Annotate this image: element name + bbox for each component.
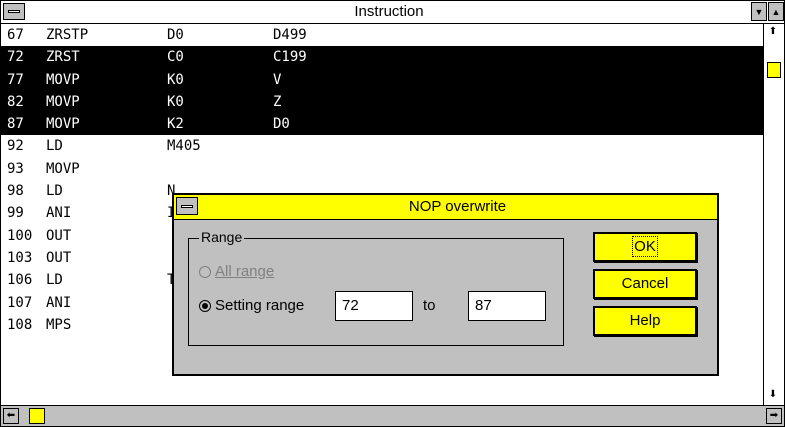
- range-group-label: Range: [199, 229, 245, 245]
- system-menu-icon[interactable]: [3, 3, 25, 20]
- step-number: 107: [7, 294, 33, 311]
- horizontal-scroll-thumb[interactable]: [29, 408, 45, 424]
- scroll-right-icon[interactable]: ➡: [766, 408, 782, 424]
- all-range-label: All range: [215, 263, 275, 280]
- range-from-input[interactable]: 72: [335, 291, 413, 321]
- setting-range-radio[interactable]: Setting range: [199, 295, 304, 317]
- operand-2: D499: [273, 27, 307, 43]
- instruction-mnemonic: ZRST: [46, 49, 80, 66]
- step-number: 92: [7, 138, 24, 155]
- operand-1: C0: [167, 49, 184, 66]
- step-number: 77: [7, 71, 24, 88]
- to-label: to: [423, 297, 436, 314]
- window-titlebar: Instruction ▼ ▲: [1, 1, 784, 24]
- step-number: 67: [7, 27, 24, 43]
- dialog-title: NOP overwrite: [408, 198, 507, 215]
- instruction-mnemonic: LD: [46, 138, 63, 155]
- help-button-label: Help: [629, 312, 661, 329]
- instruction-mnemonic: OUT: [46, 227, 72, 244]
- list-row[interactable]: 67 ZRSTP D0 D499: [1, 24, 764, 46]
- maximize-arrow-icon[interactable]: ▲: [768, 2, 784, 21]
- operand-2: C199: [273, 49, 307, 66]
- step-number: 100: [7, 227, 33, 244]
- vertical-scroll-thumb[interactable]: [767, 62, 781, 78]
- help-button[interactable]: Help: [593, 306, 697, 336]
- scroll-up-icon[interactable]: ⬆: [765, 25, 781, 41]
- instruction-mnemonic: OUT: [46, 249, 72, 266]
- step-number: 98: [7, 183, 24, 200]
- list-row[interactable]: 72 ZRST C0 C199: [1, 46, 764, 69]
- instruction-mnemonic: MOVP: [46, 71, 80, 88]
- instruction-mnemonic: ZRSTP: [46, 27, 89, 43]
- radio-on-icon: [199, 300, 211, 313]
- nop-overwrite-dialog: NOP overwrite Range All range Setting ra…: [172, 193, 719, 376]
- scroll-left-icon[interactable]: ⬅: [3, 408, 19, 424]
- cancel-button-label: Cancel: [621, 275, 669, 292]
- ok-button-label: OK: [632, 236, 658, 257]
- instruction-mnemonic: MOVP: [46, 93, 80, 110]
- minimize-arrow-icon[interactable]: ▼: [751, 2, 767, 21]
- step-number: 106: [7, 272, 33, 289]
- operand-2: Z: [273, 93, 282, 110]
- instruction-mnemonic: LD: [46, 272, 63, 289]
- instruction-mnemonic: LD: [46, 183, 63, 200]
- step-number: 103: [7, 249, 33, 266]
- range-group: Range All range Setting range 72 to 87: [188, 229, 564, 346]
- dialog-body: Range All range Setting range 72 to 87 O…: [174, 220, 717, 374]
- instruction-mnemonic: MOVP: [46, 160, 80, 177]
- horizontal-scrollbar[interactable]: ⬅ ➡: [1, 405, 784, 426]
- instruction-mnemonic: MPS: [46, 316, 72, 333]
- all-range-radio[interactable]: All range: [199, 261, 274, 283]
- step-number: 93: [7, 160, 24, 177]
- dialog-system-menu-icon[interactable]: [176, 197, 198, 215]
- list-row[interactable]: 87 MOVP K2 D0: [1, 113, 764, 136]
- operand-1: M405: [167, 138, 201, 155]
- step-number: 72: [7, 49, 24, 66]
- instruction-mnemonic: ANI: [46, 205, 72, 222]
- ok-button[interactable]: OK: [593, 232, 697, 262]
- list-row[interactable]: 92 LD M405: [1, 135, 764, 157]
- operand-1: K0: [167, 93, 184, 110]
- operand-2: V: [273, 71, 282, 88]
- step-number: 82: [7, 93, 24, 110]
- vertical-scrollbar[interactable]: ⬆ ⬇: [763, 24, 784, 405]
- list-row[interactable]: 93 MOVP: [1, 158, 764, 180]
- range-to-input[interactable]: 87: [468, 291, 546, 321]
- list-row[interactable]: 82 MOVP K0 Z: [1, 90, 764, 114]
- dialog-titlebar: NOP overwrite: [174, 195, 717, 220]
- operand-2: D0: [273, 116, 290, 133]
- window-title: Instruction: [354, 3, 424, 20]
- step-number: 108: [7, 316, 33, 333]
- cancel-button[interactable]: Cancel: [593, 269, 697, 299]
- step-number: 87: [7, 116, 24, 133]
- operand-1: K2: [167, 116, 184, 133]
- step-number: 99: [7, 205, 24, 222]
- radio-off-icon: [199, 266, 211, 279]
- scroll-down-icon[interactable]: ⬇: [765, 388, 781, 404]
- operand-1: K0: [167, 71, 184, 88]
- operand-1: D0: [167, 27, 184, 43]
- list-row[interactable]: 77 MOVP K0 V: [1, 68, 764, 91]
- instruction-mnemonic: ANI: [46, 294, 72, 311]
- instruction-mnemonic: MOVP: [46, 116, 80, 133]
- setting-range-label: Setting range: [215, 297, 305, 314]
